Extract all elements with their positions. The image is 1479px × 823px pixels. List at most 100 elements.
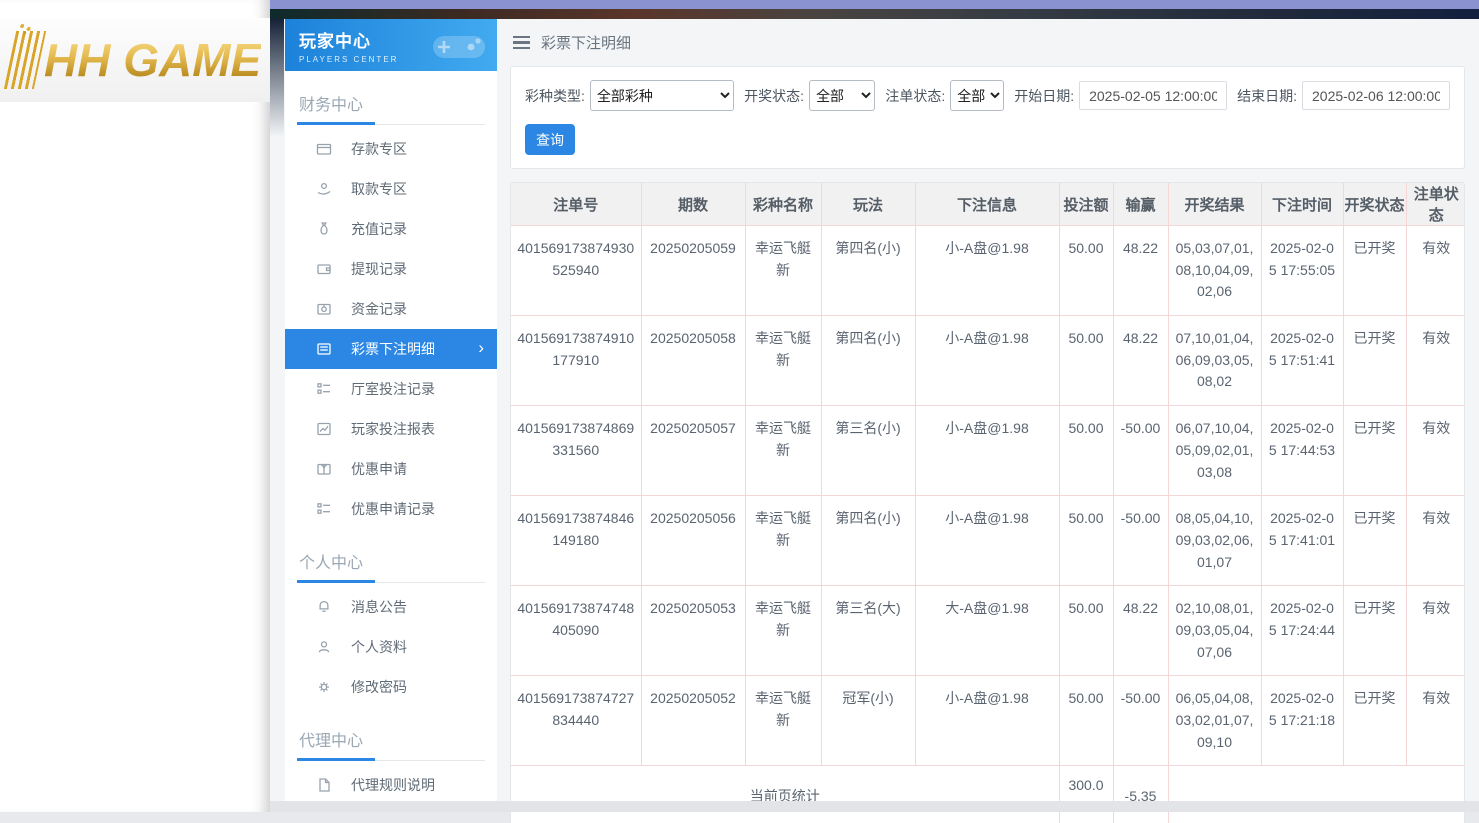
sidebar: 玩家中心 PLAYERS CENTER 财务中心存款专区取款专区充值记录提现记录… [285,19,497,812]
table-cell: 20250205053 [641,586,745,676]
table-row: 40156917387474840509020250205053幸运飞艇新第三名… [511,586,1465,676]
table-cell: 有效 [1406,496,1465,586]
start-date-input[interactable] [1079,81,1227,110]
sidebar-item[interactable]: 修改密码 [285,667,497,707]
end-date-input[interactable] [1302,81,1450,110]
table-row: 40156917387486933156020250205057幸运飞艇新第三名… [511,406,1465,496]
lottery-type-label: 彩种类型: [525,86,585,106]
report-chart-icon [316,421,332,437]
sidebar-item-label: 彩票下注明细 [351,339,435,359]
table-cell: 48.22 [1113,586,1168,676]
draw-status-select[interactable]: 全部 [809,80,875,111]
brand-logo-text: HH GAME [44,33,261,87]
withdraw-hand-icon [316,181,332,197]
bet-detail-icon [316,341,332,357]
table-cell: 50.00 [1059,406,1113,496]
sidebar-item[interactable]: 厅室投注记录 [285,369,497,409]
table-cell: 第三名(大) [821,586,915,676]
sidebar-item[interactable]: 代理规则说明 [285,765,497,805]
sidebar-item-label: 资金记录 [351,299,407,319]
sidebar-section-title: 代理中心 [297,723,485,761]
table-cell: 第三名(小) [821,406,915,496]
sidebar-item-label: 代理规则说明 [351,775,435,795]
sidebar-item[interactable]: 优惠申请 [285,449,497,489]
table-cell: 20250205052 [641,676,745,766]
table-cell: -50.00 [1113,406,1168,496]
table-cell: 2025-02-05 17:41:01 [1261,496,1343,586]
table-cell: 08,05,04,10,09,03,02,06,01,07 [1168,496,1261,586]
sidebar-item[interactable]: 优惠申请记录 [285,489,497,529]
sidebar-item[interactable]: 个人资料 [285,627,497,667]
table-cell: 48.22 [1113,316,1168,406]
sidebar-item[interactable]: 玩家投注报表 [285,409,497,449]
table-cell: 幸运飞艇新 [745,316,821,406]
sidebar-item[interactable]: 彩票下注明细 › [285,329,497,369]
table-cell: 20250205057 [641,406,745,496]
table-cell: 幸运飞艇新 [745,496,821,586]
doc-icon [316,777,332,793]
bet-table: 注单号期数彩种名称玩法下注信息投注额输赢开奖结果下注时间开奖状态注单状态 401… [511,183,1465,823]
user-icon [316,639,332,655]
table-cell: 小-A盘@1.98 [915,676,1059,766]
promo-records-icon [316,501,332,517]
sidebar-item-label: 优惠申请 [351,459,407,479]
lottery-type-select[interactable]: 全部彩种 [590,80,734,111]
sidebar-item[interactable]: 取款专区 [285,169,497,209]
page-title: 彩票下注明细 [541,32,631,53]
menu-toggle-icon[interactable] [513,36,530,50]
summary-empty [1168,766,1465,823]
column-header: 期数 [641,183,745,226]
column-header: 输赢 [1113,183,1168,226]
sidebar-item[interactable]: 提现记录 [285,249,497,289]
table-cell: 07,10,01,04,06,09,03,05,08,02 [1168,316,1261,406]
app-frame: 玩家中心 PLAYERS CENTER 财务中心存款专区取款专区充值记录提现记录… [270,0,1479,812]
sidebar-item[interactable]: 资金记录 [285,289,497,329]
table-cell: 2025-02-05 17:51:41 [1261,316,1343,406]
table-cell: 2025-02-05 17:24:44 [1261,586,1343,676]
table-cell: 有效 [1406,406,1465,496]
sidebar-section-title: 个人中心 [297,545,485,583]
table-cell: -50.00 [1113,676,1168,766]
table-cell: 50.00 [1059,676,1113,766]
bell-icon [316,599,332,615]
sidebar-header: 玩家中心 PLAYERS CENTER [285,19,497,71]
table-cell: -50.00 [1113,496,1168,586]
table-cell: 2025-02-05 17:55:05 [1261,226,1343,316]
bet-table-panel: 注单号期数彩种名称玩法下注信息投注额输赢开奖结果下注时间开奖状态注单状态 401… [510,182,1465,823]
bottom-strip [270,801,1479,812]
room-records-icon [316,381,332,397]
gamepad-icon [427,27,489,65]
start-date-label: 开始日期: [1014,86,1074,106]
banner-strip [270,9,1479,19]
gear-icon [316,679,332,695]
column-header: 注单号 [511,183,641,226]
order-status-select[interactable]: 全部 [950,80,1004,111]
summary-bet-total: 300.00 [1059,766,1113,823]
filter-panel: 彩种类型: 全部彩种 开奖状态: 全部 注单状态: 全部 开始日期: 结束日期:… [510,66,1465,169]
table-cell: 50.00 [1059,316,1113,406]
sidebar-item-label: 充值记录 [351,219,407,239]
column-header: 彩种名称 [745,183,821,226]
sidebar-item-label: 优惠申请记录 [351,499,435,519]
withdraw-wallet-icon [316,261,332,277]
chevron-right-icon: › [478,338,484,358]
sidebar-item-label: 修改密码 [351,677,407,697]
table-cell: 小-A盘@1.98 [915,316,1059,406]
table-cell: 第四名(小) [821,226,915,316]
table-cell: 有效 [1406,316,1465,406]
table-row: 40156917387484614918020250205056幸运飞艇新第四名… [511,496,1465,586]
summary-row: 当前页统计300.00-5.35 [511,766,1465,823]
sidebar-item[interactable]: 充值记录 [285,209,497,249]
table-cell: 48.22 [1113,226,1168,316]
column-header: 开奖结果 [1168,183,1261,226]
end-date-label: 结束日期: [1237,86,1297,106]
sidebar-item-label: 存款专区 [351,139,407,159]
search-button[interactable]: 查询 [525,124,575,155]
sidebar-item[interactable]: 消息公告 [285,587,497,627]
table-cell: 小-A盘@1.98 [915,226,1059,316]
sidebar-item-label: 玩家投注报表 [351,419,435,439]
sidebar-item[interactable]: 存款专区 [285,129,497,169]
table-cell: 20250205059 [641,226,745,316]
table-cell: 401569173874727834440 [511,676,641,766]
table-cell: 401569173874748405090 [511,586,641,676]
